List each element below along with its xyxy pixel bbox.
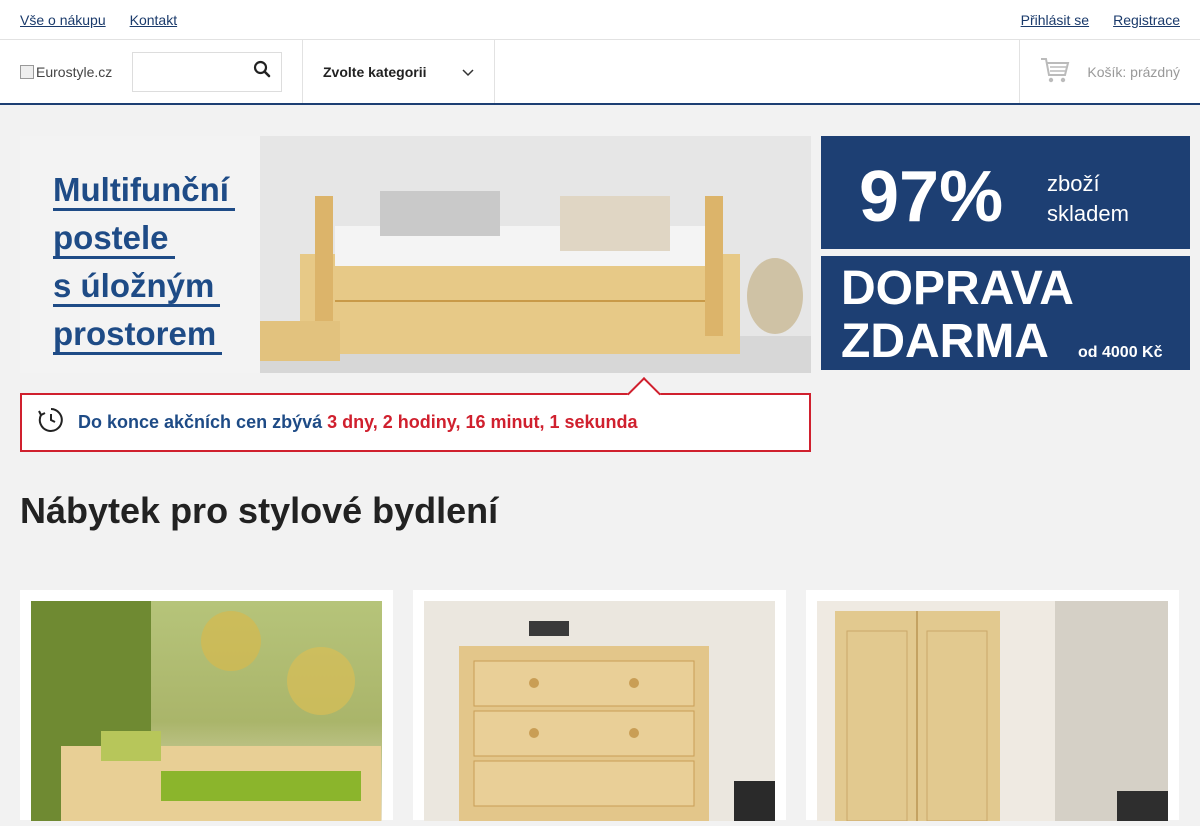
hero-bed-image xyxy=(260,136,811,373)
link-contact[interactable]: Kontakt xyxy=(130,12,177,28)
category-card[interactable] xyxy=(20,590,393,821)
countdown-time: 3 dny, 2 hodiny, 16 minut, 1 sekunda xyxy=(327,412,638,432)
hero-line-3: s úložným xyxy=(53,267,221,307)
logo-alt-text: Eurostyle.cz xyxy=(36,63,113,80)
category-select[interactable]: Zvolte kategorii xyxy=(303,40,495,103)
main-header: Eurostyle.cz Zvolte kategorii Košík: prá… xyxy=(0,40,1200,105)
shipping-line-1: DOPRAVA xyxy=(841,262,1074,315)
top-links: Vše o nákupu Kontakt xyxy=(20,12,177,28)
broken-image-icon xyxy=(20,64,34,79)
countdown-label: Do konce akčních cen zbývá xyxy=(78,412,323,432)
header-spacer xyxy=(495,40,1019,103)
hero-line-2: postele xyxy=(53,219,175,259)
category-image-dresser xyxy=(424,601,775,821)
cart-status: Košík: prázdný xyxy=(1087,63,1180,80)
category-card[interactable] xyxy=(413,590,786,821)
site-logo[interactable]: Eurostyle.cz xyxy=(0,40,132,103)
search-icon[interactable] xyxy=(253,60,271,83)
category-image-wardrobe xyxy=(817,601,1168,822)
hero-headline: Multifunční postele s úložným prostorem xyxy=(53,166,235,358)
clock-icon xyxy=(38,407,64,438)
chevron-down-icon xyxy=(462,64,474,80)
cart-icon xyxy=(1040,56,1070,87)
shipping-line-2: ZDARMA xyxy=(841,315,1049,368)
page-title: Nábytek pro stylové bydlení xyxy=(20,490,499,531)
stock-line-2: skladem xyxy=(1047,201,1129,226)
hero-banner[interactable]: Multifunční postele s úložným prostorem xyxy=(20,136,811,373)
stock-line-1: zboží xyxy=(1047,171,1100,196)
hero-line-4: prostorem xyxy=(53,315,223,355)
search-input[interactable] xyxy=(132,51,282,92)
account-links: Přihlásit se Registrace xyxy=(1021,12,1180,28)
top-bar: Vše o nákupu Kontakt Přihlásit se Regist… xyxy=(0,0,1200,40)
category-image-bed xyxy=(31,601,382,821)
hero-line-1: Multifunční xyxy=(53,171,235,211)
category-cards xyxy=(20,590,1179,822)
category-card[interactable] xyxy=(806,590,1179,822)
countdown-pointer xyxy=(627,377,661,411)
search-container xyxy=(132,40,303,103)
stock-percent: 97% xyxy=(859,157,1004,237)
shipping-promo-banner[interactable]: DOPRAVA ZDARMA od 4000 Kč xyxy=(821,256,1190,370)
stock-caption: zboží skladem xyxy=(1047,169,1129,229)
sale-countdown: Do konce akčních cen zbývá 3 dny, 2 hodi… xyxy=(20,377,811,452)
register-link[interactable]: Registrace xyxy=(1113,12,1180,28)
stock-promo-banner[interactable]: 97% zboží skladem xyxy=(821,136,1190,249)
category-select-label: Zvolte kategorii xyxy=(323,63,427,80)
cart-button[interactable]: Košík: prázdný xyxy=(1019,40,1200,103)
shipping-note: od 4000 Kč xyxy=(1078,344,1163,361)
login-link[interactable]: Přihlásit se xyxy=(1021,12,1089,28)
link-shopping-info[interactable]: Vše o nákupu xyxy=(20,12,106,28)
